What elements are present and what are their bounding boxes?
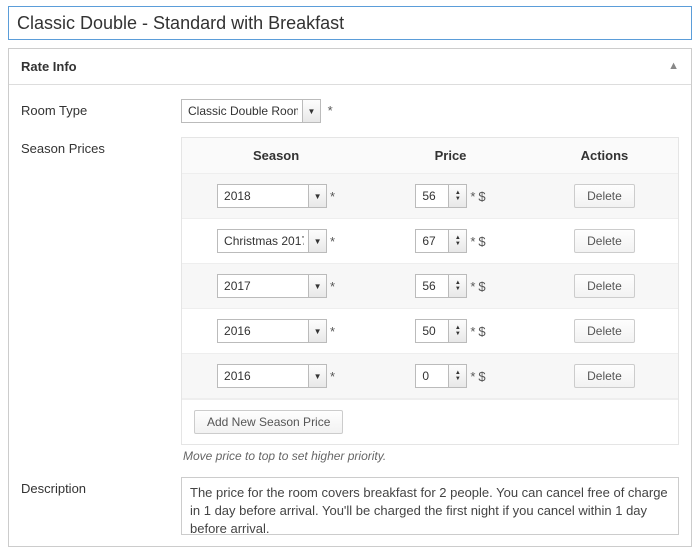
season-prices-table: Season Price Actions 2018▼*▲▼*$DeleteChr…	[181, 137, 679, 445]
season-select[interactable]: 2018	[217, 184, 327, 208]
delete-button[interactable]: Delete	[574, 364, 635, 388]
required-asterisk: *	[330, 234, 335, 249]
required-asterisk: *	[470, 324, 475, 339]
currency-suffix: $	[478, 189, 485, 204]
panel-title: Rate Info	[21, 59, 77, 74]
currency-suffix: $	[478, 234, 485, 249]
rate-title-input[interactable]	[8, 6, 692, 40]
price-input[interactable]	[415, 229, 467, 253]
season-price-row: Christmas 2017▼*▲▼*$Delete	[182, 219, 678, 264]
currency-suffix: $	[478, 279, 485, 294]
required-asterisk: *	[470, 189, 475, 204]
delete-button[interactable]: Delete	[574, 319, 635, 343]
season-price-row: 2016▼*▲▼*$Delete	[182, 354, 678, 399]
price-input[interactable]	[415, 364, 467, 388]
season-select[interactable]: Christmas 2017	[217, 229, 327, 253]
price-input[interactable]	[415, 319, 467, 343]
season-price-row: 2018▼*▲▼*$Delete	[182, 174, 678, 219]
required-asterisk: *	[330, 279, 335, 294]
col-header-price: Price	[370, 138, 531, 173]
room-type-label: Room Type	[21, 99, 181, 118]
required-asterisk: *	[330, 189, 335, 204]
rate-info-panel-toggle[interactable]: Rate Info ▲	[9, 49, 691, 85]
required-asterisk: *	[330, 324, 335, 339]
required-asterisk: *	[470, 279, 475, 294]
season-prices-label: Season Prices	[21, 137, 181, 156]
col-header-actions: Actions	[531, 138, 678, 173]
currency-suffix: $	[478, 324, 485, 339]
collapse-icon: ▲	[668, 61, 679, 72]
room-type-select[interactable]: Classic Double Room	[181, 99, 321, 123]
required-asterisk: *	[470, 234, 475, 249]
add-season-price-button[interactable]: Add New Season Price	[194, 410, 343, 434]
season-select[interactable]: 2016	[217, 319, 327, 343]
delete-button[interactable]: Delete	[574, 184, 635, 208]
required-asterisk: *	[470, 369, 475, 384]
season-price-row: 2016▼*▲▼*$Delete	[182, 309, 678, 354]
priority-hint: Move price to top to set higher priority…	[183, 449, 679, 463]
description-label: Description	[21, 477, 181, 496]
delete-button[interactable]: Delete	[574, 229, 635, 253]
col-header-season: Season	[182, 138, 370, 173]
price-input[interactable]	[415, 184, 467, 208]
season-select[interactable]: 2016	[217, 364, 327, 388]
required-asterisk: *	[328, 103, 333, 118]
description-textarea[interactable]: The price for the room covers breakfast …	[181, 477, 679, 535]
season-price-row: 2017▼*▲▼*$Delete	[182, 264, 678, 309]
season-select[interactable]: 2017	[217, 274, 327, 298]
currency-suffix: $	[478, 369, 485, 384]
delete-button[interactable]: Delete	[574, 274, 635, 298]
price-input[interactable]	[415, 274, 467, 298]
required-asterisk: *	[330, 369, 335, 384]
